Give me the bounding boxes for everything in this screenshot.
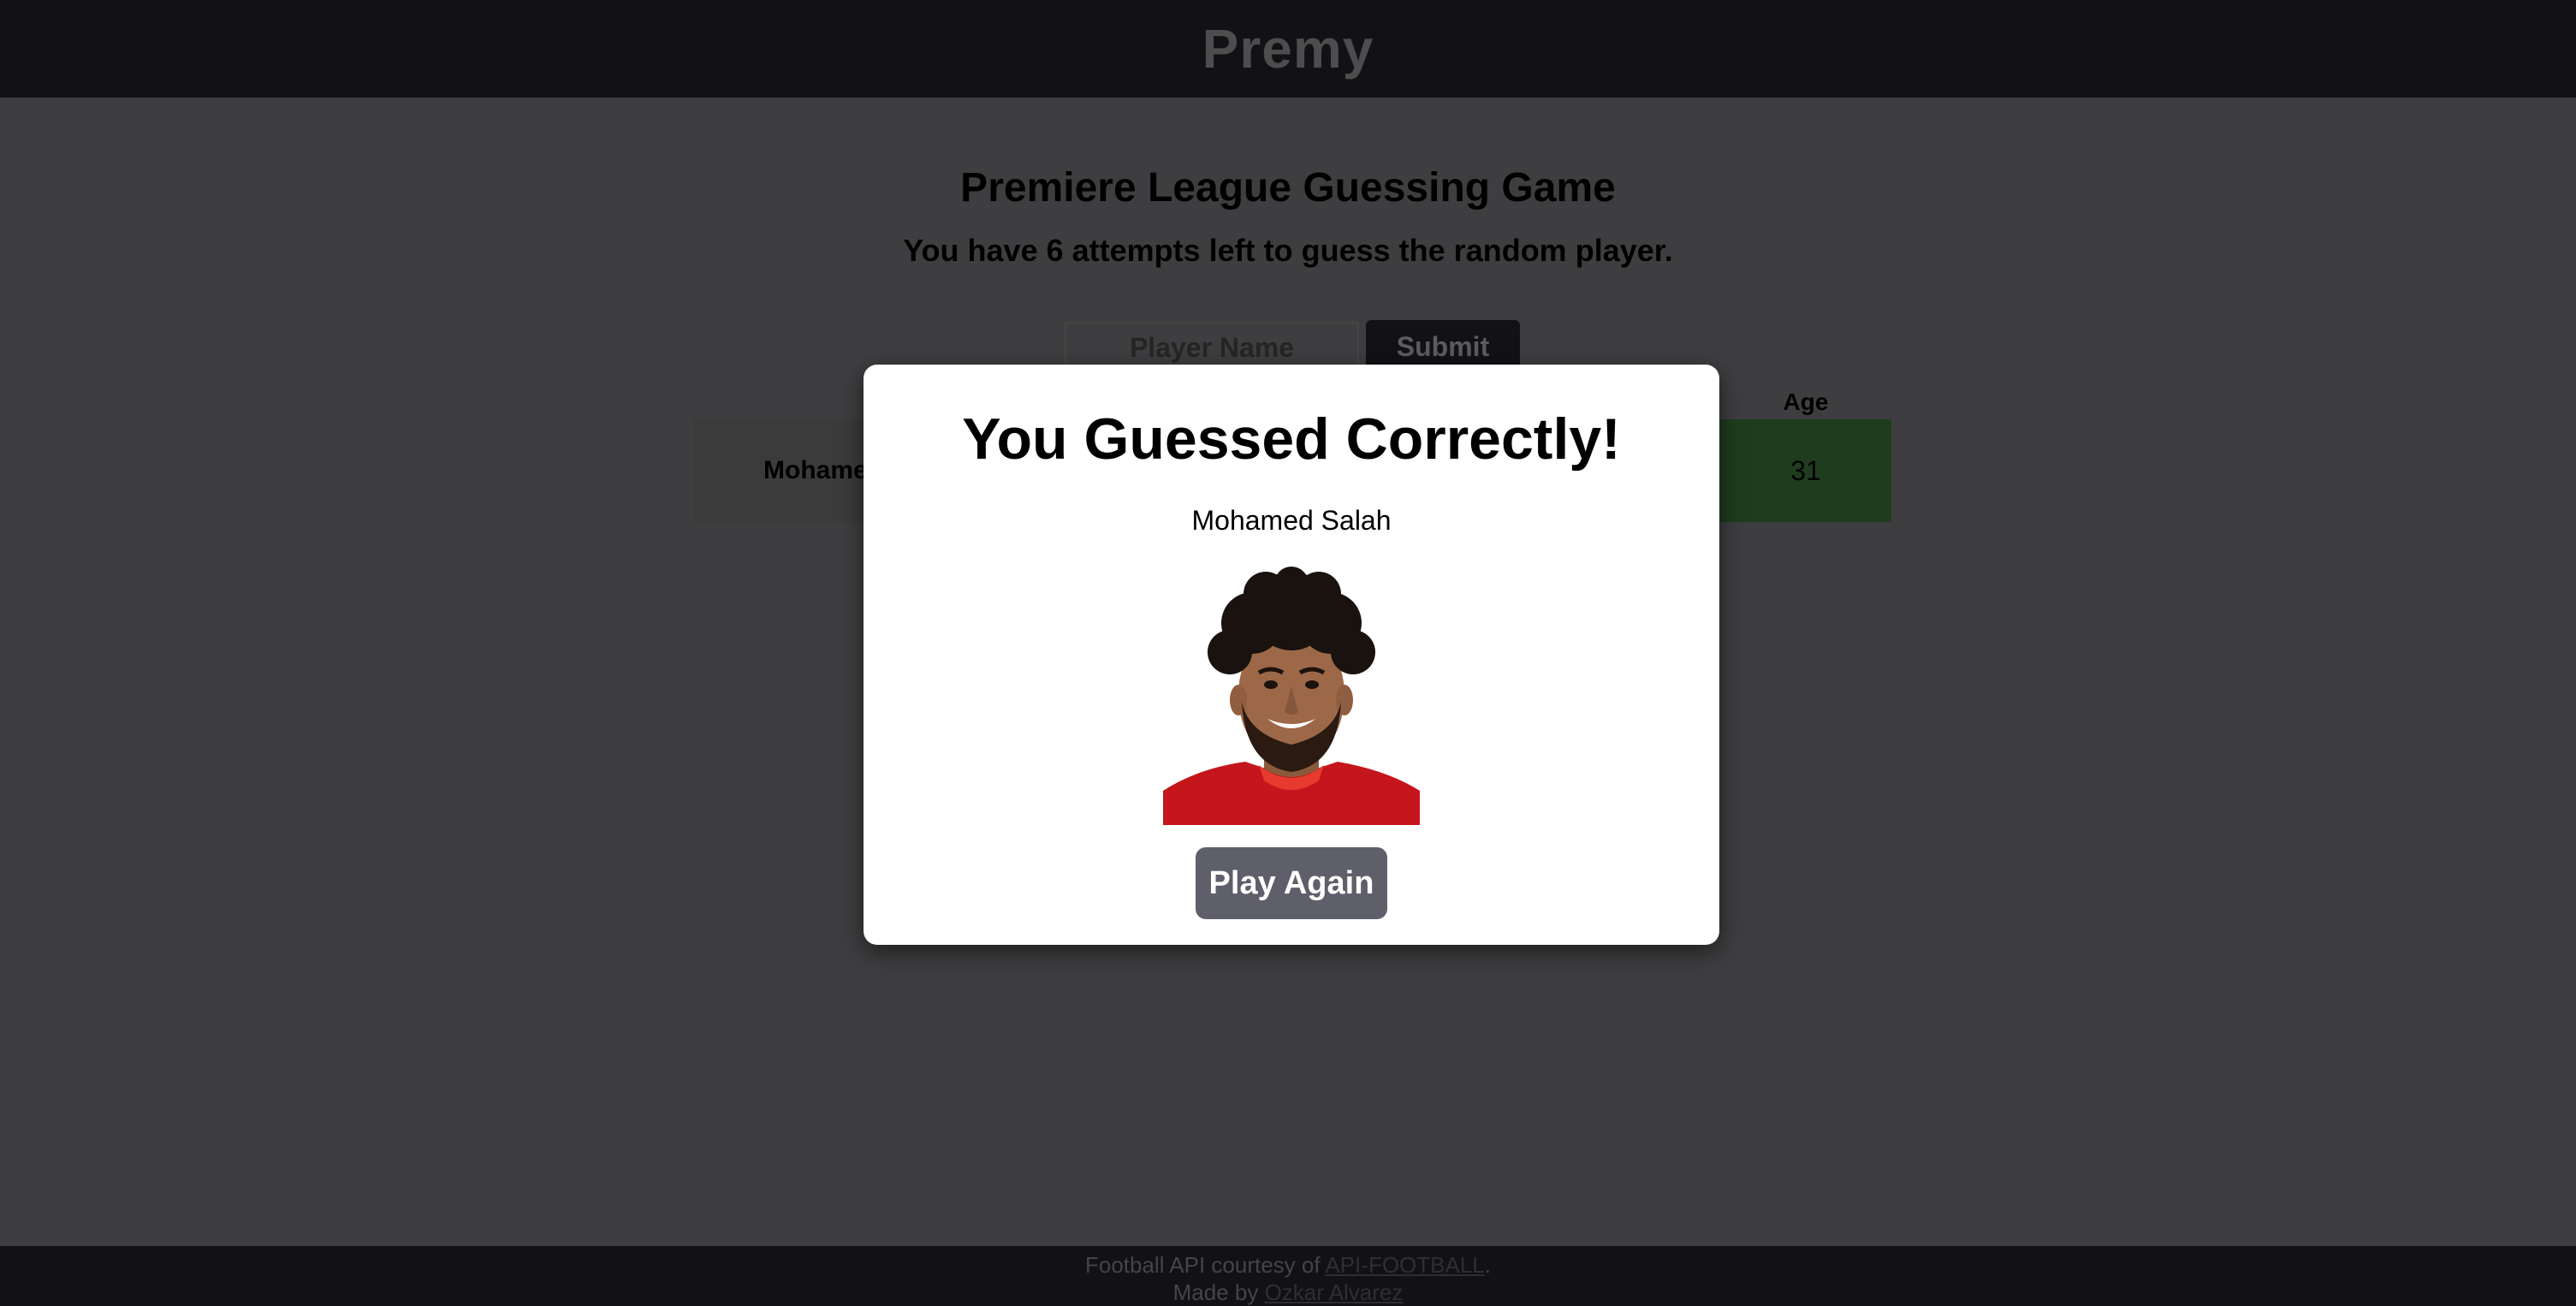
- modal-player-name: Mohamed Salah: [1191, 505, 1392, 536]
- player-photo: [1163, 567, 1420, 825]
- player-portrait-image: [1163, 567, 1420, 825]
- success-modal: You Guessed Correctly! Mohamed Salah Pla…: [864, 365, 1719, 945]
- modal-title: You Guessed Correctly!: [962, 407, 1621, 472]
- play-again-button[interactable]: Play Again: [1196, 847, 1387, 919]
